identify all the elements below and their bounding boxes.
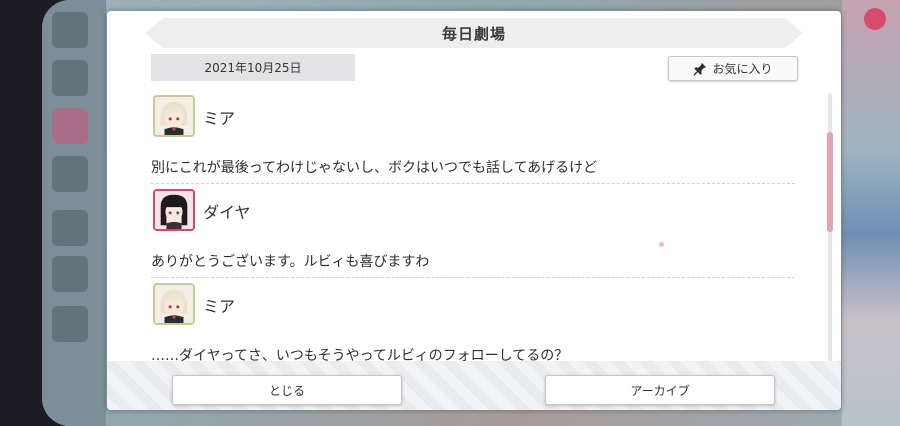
speaker-name: ミア [203, 109, 236, 128]
speaker-name: ダイヤ [203, 203, 251, 222]
scrollbar-thumb[interactable] [827, 132, 833, 232]
close-label: とじる [268, 383, 305, 398]
rail-button-2[interactable] [52, 108, 88, 144]
dialogue-text: ありがとうございます。ルビィも喜びますわ [151, 254, 430, 270]
menu-icon[interactable] [52, 12, 88, 48]
close-button[interactable]: とじる [172, 375, 402, 405]
rail-button-5[interactable] [52, 256, 88, 292]
rail-button-6[interactable] [52, 306, 88, 342]
divider [151, 183, 795, 184]
avatar-mia [153, 283, 195, 325]
favorite-button[interactable]: お気に入り [668, 56, 798, 81]
background-decoration [842, 0, 900, 426]
dialogue-list[interactable]: ミア 別にこれが最後ってわけじゃないし、ボクはいつでも話してあげるけど ダイヤ … [151, 91, 797, 372]
divider [151, 277, 795, 278]
dialogue-text: 別にこれが最後ってわけじゃないし、ボクはいつでも話してあげるけど [151, 160, 598, 176]
date-label: 2021年10月25日 [151, 54, 355, 81]
pin-icon [693, 62, 707, 76]
speaker-name: ミア [203, 297, 236, 316]
rail-button-3[interactable] [52, 156, 88, 192]
rail-button-1[interactable] [52, 60, 88, 96]
dialog-title-bar: 毎日劇場 [145, 18, 803, 48]
archive-label: アーカイブ [630, 383, 690, 398]
date-text: 2021年10月25日 [204, 61, 302, 75]
avatar-dia [153, 189, 195, 231]
archive-button[interactable]: アーカイブ [545, 375, 775, 405]
close-icon[interactable] [864, 8, 886, 30]
daily-theater-dialog: 毎日劇場 2021年10月25日 お気に入り ミア 別にこれが最後ってわけじゃな… [107, 11, 841, 410]
decorative-dot [659, 242, 664, 247]
favorite-label: お気に入り [712, 62, 773, 76]
dialog-title: 毎日劇場 [441, 24, 506, 43]
avatar-mia [153, 95, 195, 137]
rail-button-4[interactable] [52, 210, 88, 246]
